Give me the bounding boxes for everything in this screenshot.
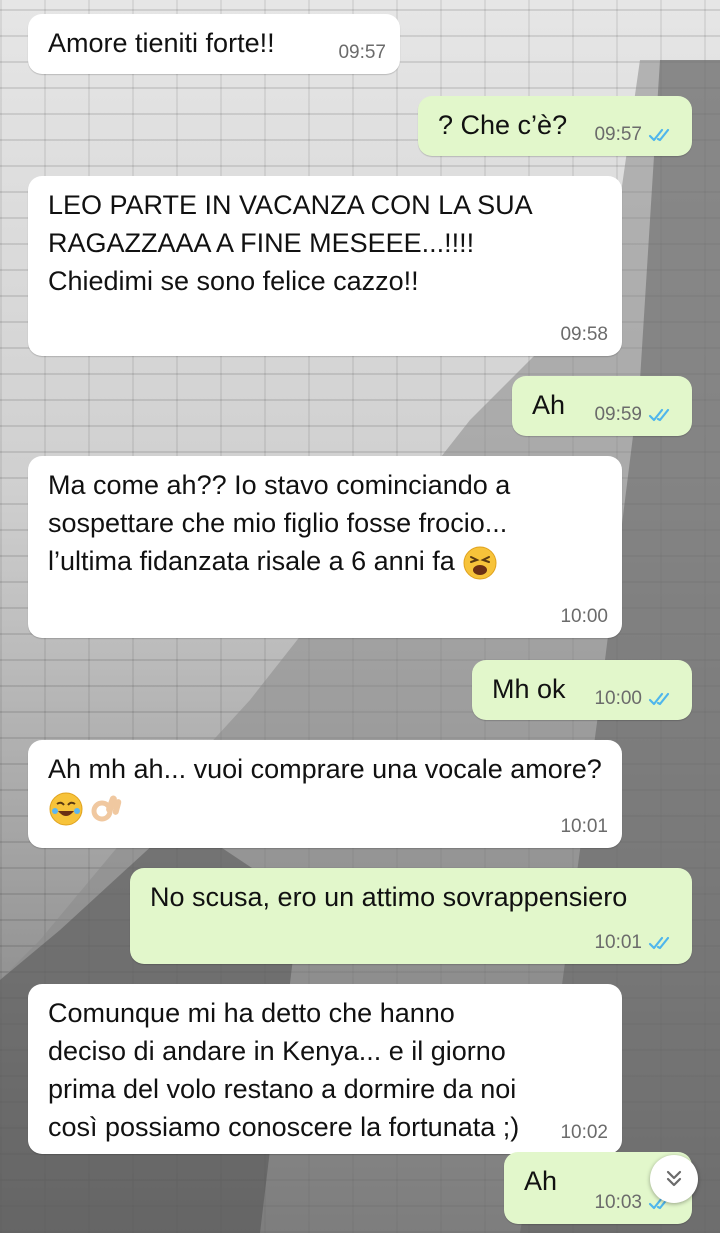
message-time: 10:01 bbox=[594, 932, 642, 953]
message-text: Ma come ah?? Io stavo cominciando a sosp… bbox=[48, 466, 604, 581]
message-text: Amore tieniti forte!! bbox=[48, 28, 275, 58]
chevron-double-down-icon bbox=[666, 1170, 682, 1187]
message-text: Ah mh ah... vuoi comprare una vocale amo… bbox=[48, 750, 604, 827]
message-bubble-incoming[interactable]: Ma come ah?? Io stavo cominciando a sosp… bbox=[28, 456, 622, 638]
double-check-read-icon bbox=[648, 692, 670, 706]
message-time: 10:02 bbox=[560, 1122, 608, 1143]
message-text: No scusa, ero un attimo sovrappensiero bbox=[150, 882, 628, 912]
message-list[interactable]: Amore tieniti forte!! 09:57 ? Che c’è? 0… bbox=[0, 0, 720, 1233]
message-time: 09:57 bbox=[338, 42, 386, 63]
message-time: 10:00 bbox=[560, 606, 608, 627]
message-time: 10:01 bbox=[560, 816, 608, 837]
double-check-read-icon bbox=[648, 408, 670, 422]
message-text: LEO PARTE IN VACANZA CON LA SUA RAGAZZAA… bbox=[48, 190, 532, 296]
message-bubble-incoming[interactable]: Comunque mi ha detto che hanno deciso di… bbox=[28, 984, 622, 1154]
message-bubble-incoming[interactable]: LEO PARTE IN VACANZA CON LA SUA RAGAZZAA… bbox=[28, 176, 622, 356]
message-bubble-outgoing[interactable]: No scusa, ero un attimo sovrappensiero 1… bbox=[130, 868, 692, 964]
scroll-to-bottom-button[interactable] bbox=[650, 1155, 698, 1203]
tired-face-emoji-icon bbox=[463, 546, 497, 580]
message-time: 09:57 bbox=[594, 124, 642, 145]
message-bubble-incoming[interactable]: Ah mh ah... vuoi comprare una vocale amo… bbox=[28, 740, 622, 848]
message-time: 10:00 bbox=[594, 688, 642, 709]
message-bubble-outgoing[interactable]: Mh ok 10:00 bbox=[472, 660, 692, 720]
message-time: 10:03 bbox=[594, 1192, 642, 1213]
message-time: 09:59 bbox=[594, 404, 642, 425]
double-check-read-icon bbox=[648, 128, 670, 142]
double-check-read-icon bbox=[648, 936, 670, 950]
rolling-laughing-face-emoji-icon bbox=[49, 792, 83, 826]
message-bubble-outgoing[interactable]: ? Che c’è? 09:57 bbox=[418, 96, 692, 156]
message-text: Comunque mi ha detto che hanno deciso di… bbox=[48, 998, 524, 1142]
message-bubble-incoming[interactable]: Amore tieniti forte!! 09:57 bbox=[28, 14, 400, 74]
message-bubble-outgoing[interactable]: Ah 09:59 bbox=[512, 376, 692, 436]
message-time: 09:58 bbox=[560, 324, 608, 345]
ok-hand-emoji-icon bbox=[91, 795, 122, 822]
